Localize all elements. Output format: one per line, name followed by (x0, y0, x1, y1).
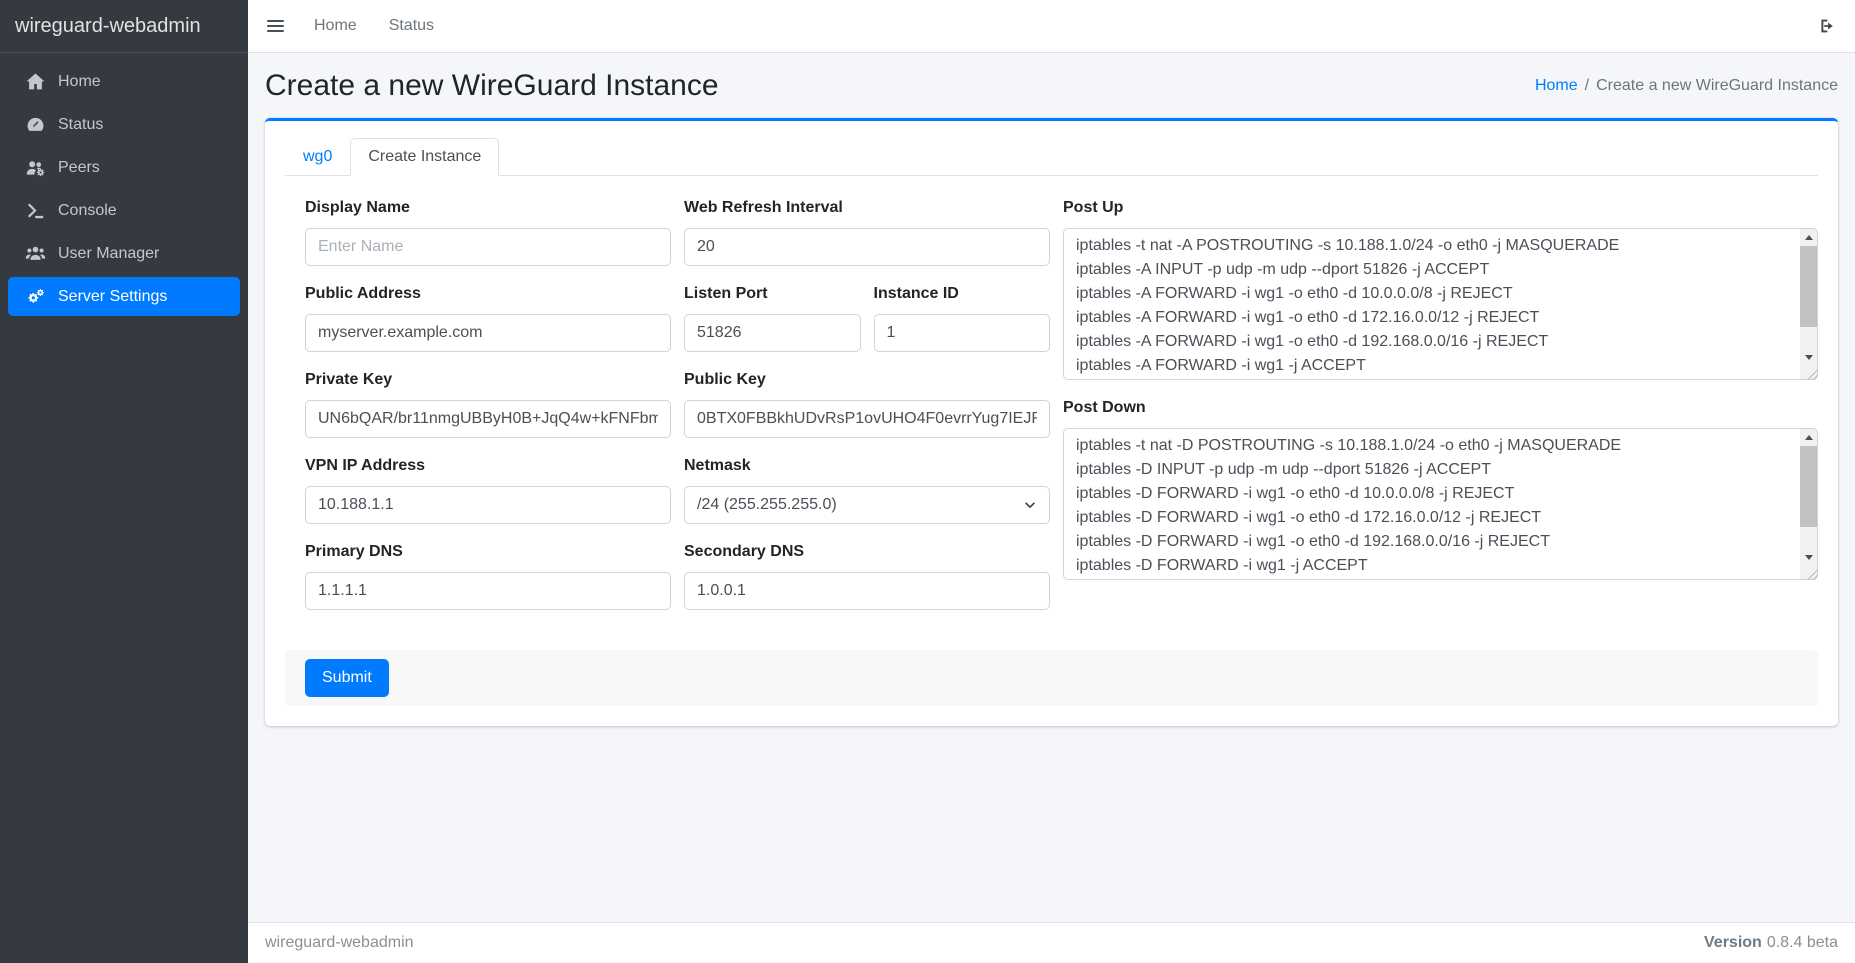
sidebar-item-home[interactable]: Home (8, 62, 240, 101)
breadcrumb-separator: / (1585, 77, 1589, 94)
users-gear-icon (22, 157, 48, 178)
sidebar-item-peers[interactable]: Peers (8, 148, 240, 187)
sidebar-item-label: Status (58, 116, 103, 134)
secondary-dns-input[interactable] (684, 572, 1050, 610)
scrollbar-thumb[interactable] (1800, 446, 1817, 527)
public-key-input[interactable] (684, 400, 1050, 438)
scroll-up-icon[interactable] (1800, 229, 1817, 246)
private-key-label: Private Key (305, 368, 671, 392)
post-up-textarea[interactable]: iptables -t nat -A POSTROUTING -s 10.188… (1063, 228, 1818, 380)
scrollbar[interactable] (1800, 429, 1817, 579)
sidebar-item-status[interactable]: Status (8, 105, 240, 144)
gears-icon (22, 286, 48, 307)
instance-id-group: Instance ID (874, 282, 1051, 352)
scrollbar-thumb[interactable] (1800, 246, 1817, 327)
footer-version-value: 0.8.4 beta (1767, 934, 1838, 951)
netmask-selected-value: /24 (255.255.255.0) (697, 496, 1017, 514)
instance-id-input[interactable] (874, 314, 1051, 352)
sidebar-item-label: Console (58, 202, 117, 220)
menu-icon (267, 20, 284, 22)
display-name-label: Display Name (305, 196, 671, 220)
instance-form: Display Name Web Refresh Interval Post U… (305, 196, 1818, 626)
gauge-icon (22, 114, 48, 135)
tab-create-instance[interactable]: Create Instance (350, 138, 499, 176)
web-refresh-interval-input[interactable] (684, 228, 1050, 266)
page-footer: wireguard-webadmin Version 0.8.4 beta (248, 922, 1855, 963)
listen-port-label: Listen Port (684, 282, 861, 306)
web-refresh-interval-label: Web Refresh Interval (684, 196, 1050, 220)
primary-dns-label: Primary DNS (305, 540, 671, 564)
footer-brand: wireguard-webadmin (265, 934, 414, 952)
netmask-label: Netmask (684, 454, 1050, 478)
brand-title[interactable]: wireguard-webadmin (0, 0, 248, 53)
footer-version-label: Version (1704, 934, 1762, 951)
page-title: Create a new WireGuard Instance (265, 69, 719, 103)
tab-wg0[interactable]: wg0 (285, 138, 350, 176)
sidebar-item-label: User Manager (58, 245, 159, 263)
home-icon (22, 71, 48, 92)
top-navbar: Home Status (248, 0, 1855, 53)
public-key-label: Public Key (684, 368, 1050, 392)
post-down-textarea[interactable]: iptables -t nat -D POSTROUTING -s 10.188… (1063, 428, 1818, 580)
sidebar-item-label: Home (58, 73, 101, 91)
footer-version: Version 0.8.4 beta (1704, 934, 1838, 952)
instance-card: wg0 Create Instance Display Name Web Ref… (265, 118, 1838, 726)
public-address-input[interactable] (305, 314, 671, 352)
scroll-down-icon[interactable] (1800, 549, 1817, 566)
scrollbar[interactable] (1800, 229, 1817, 379)
card-body: wg0 Create Instance Display Name Web Ref… (265, 121, 1838, 726)
main-area: Home Status Create a new WireGuard Insta… (248, 0, 1855, 963)
logout-button[interactable] (1814, 10, 1838, 42)
instance-id-label: Instance ID (874, 282, 1051, 306)
private-key-input[interactable] (305, 400, 671, 438)
users-icon (22, 243, 48, 264)
terminal-icon (22, 200, 48, 221)
sidebar-item-console[interactable]: Console (8, 191, 240, 230)
vpn-ip-address-input[interactable] (305, 486, 671, 524)
chevron-down-icon (1023, 498, 1037, 512)
post-down-label: Post Down (1063, 396, 1818, 420)
listen-port-input[interactable] (684, 314, 861, 352)
breadcrumb-current: Create a new WireGuard Instance (1596, 77, 1838, 94)
sidebar-item-label: Peers (58, 159, 100, 177)
public-address-label: Public Address (305, 282, 671, 306)
content-header: Create a new WireGuard Instance Home / Cre… (265, 69, 1838, 103)
content: Create a new WireGuard Instance Home / Cre… (248, 53, 1855, 922)
sidebar-item-user-manager[interactable]: User Manager (8, 234, 240, 273)
form-footer: Submit (285, 650, 1818, 706)
sidebar-nav: Home Status Peers Console (0, 53, 248, 329)
vpn-ip-address-label: VPN IP Address (305, 454, 671, 478)
instance-tabs: wg0 Create Instance (285, 138, 1818, 176)
app-window: wireguard-webadmin Home Status Peers (0, 0, 1855, 963)
post-up-label: Post Up (1063, 196, 1818, 220)
primary-dns-input[interactable] (305, 572, 671, 610)
post-scripts-column: Post Up iptables -t nat -A POSTROUTING -… (1063, 196, 1818, 596)
breadcrumb: Home / Create a new WireGuard Instance (1535, 77, 1838, 95)
topnav-link-status[interactable]: Status (373, 9, 450, 43)
display-name-input[interactable] (305, 228, 671, 266)
secondary-dns-label: Secondary DNS (684, 540, 1050, 564)
breadcrumb-home-link[interactable]: Home (1535, 77, 1578, 94)
scroll-up-icon[interactable] (1800, 429, 1817, 446)
sidebar-item-server-settings[interactable]: Server Settings (8, 277, 240, 316)
listen-port-group: Listen Port (684, 282, 861, 352)
menu-button[interactable] (265, 12, 298, 40)
submit-button[interactable]: Submit (305, 659, 389, 697)
sign-out-icon (1816, 16, 1836, 36)
topnav-link-home[interactable]: Home (298, 9, 373, 43)
scroll-down-icon[interactable] (1800, 349, 1817, 366)
netmask-select[interactable]: /24 (255.255.255.0) (684, 486, 1050, 524)
sidebar-item-label: Server Settings (58, 288, 167, 306)
sidebar: wireguard-webadmin Home Status Peers (0, 0, 248, 963)
